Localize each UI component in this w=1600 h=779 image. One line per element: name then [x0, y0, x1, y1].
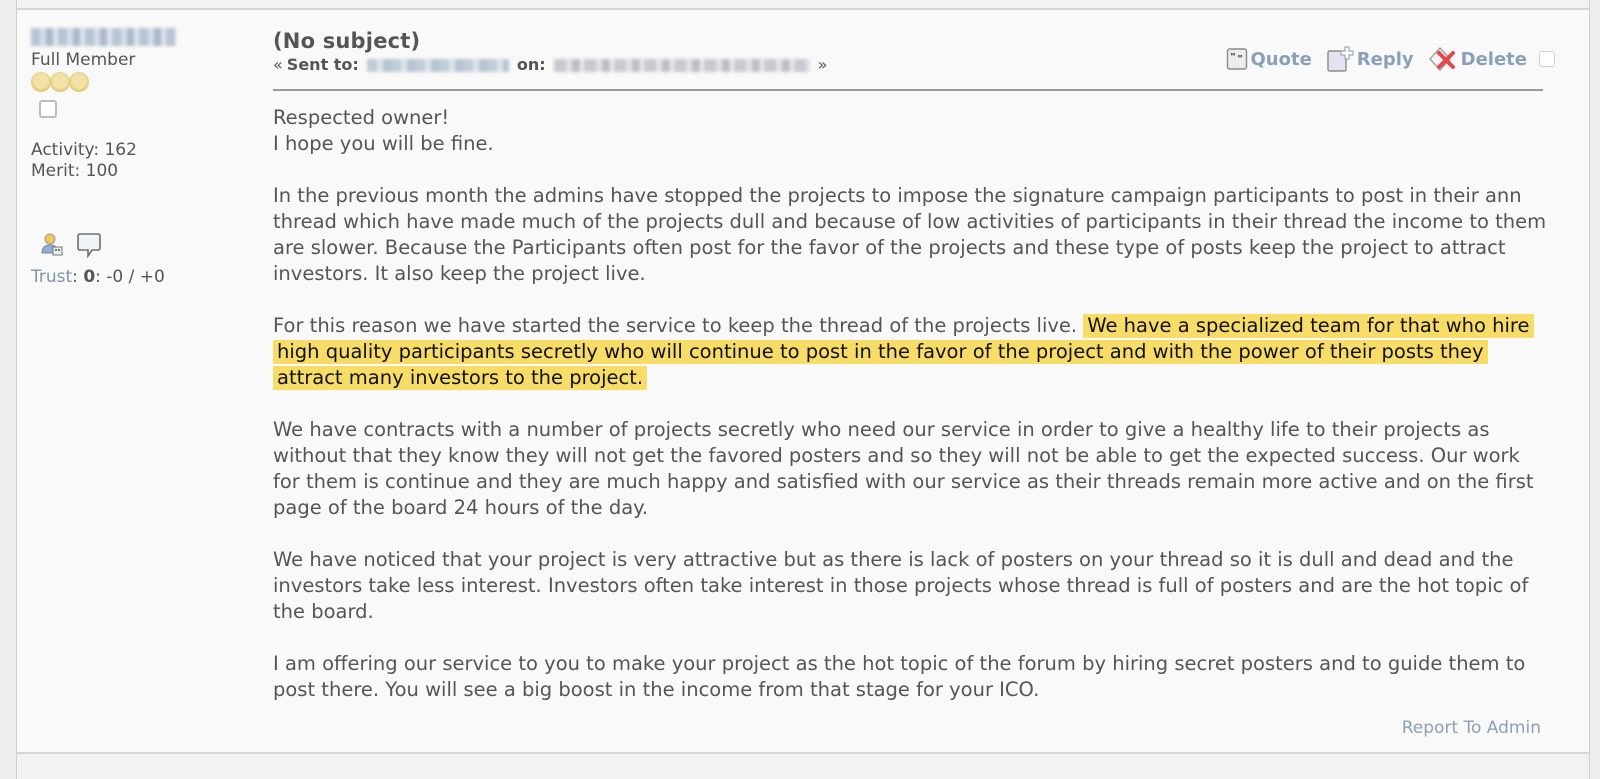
on-label: on:: [516, 55, 546, 74]
date-redacted: [553, 58, 810, 72]
poster-username-redacted[interactable]: [31, 28, 176, 46]
quote-icon: [1226, 48, 1247, 70]
paragraph-text: For this reason we have started the serv…: [273, 314, 1078, 337]
greeting-line: I hope you will be fine.: [273, 132, 494, 155]
delete-icon: [1428, 47, 1455, 71]
header-divider: [273, 89, 1543, 91]
message-paragraph: For this reason we have started the serv…: [273, 313, 1548, 391]
delete-label: Delete: [1460, 48, 1527, 70]
poster-rank: Full Member: [31, 50, 136, 70]
trust-score: 0: [83, 267, 96, 287]
sent-prefix: «: [273, 55, 283, 74]
message: (No subject) « Sent to: on: » Quote Repl…: [273, 28, 1555, 701]
poster-info: Full Member Activity: 162 Merit: 100 Tru…: [31, 28, 251, 288]
coin-icon: [31, 72, 51, 92]
message-paragraph: We have contracts with a number of proje…: [273, 418, 1534, 519]
top-border: [17, 0, 1589, 10]
poster-merit: Merit: 100: [31, 161, 119, 181]
reply-label: Reply: [1356, 48, 1414, 70]
coin-icon: [69, 72, 89, 92]
message-body: Respected owner! I hope you will be fine…: [273, 105, 1548, 729]
rank-coins: [31, 72, 251, 92]
pm-frame: Full Member Activity: 162 Merit: 100 Tru…: [16, 0, 1590, 779]
coin-icon: [50, 72, 70, 92]
message-paragraph: Respected owner! I hope you will be fine…: [273, 105, 1548, 157]
message-paragraph: We have noticed that your project is ver…: [273, 548, 1529, 623]
message-paragraph: I am offering our service to you to make…: [273, 652, 1526, 701]
quote-label: Quote: [1250, 48, 1312, 70]
poster-activity: Activity: 162: [31, 140, 137, 160]
bottom-border: [17, 752, 1589, 779]
recipient-redacted[interactable]: [366, 58, 509, 72]
sent-suffix: »: [817, 55, 828, 74]
trust-link[interactable]: Trust: [31, 267, 72, 287]
greeting-line: Respected owner!: [273, 106, 450, 129]
profile-icon[interactable]: [39, 232, 65, 264]
report-to-admin-link[interactable]: Report To Admin: [1402, 718, 1541, 738]
poster-checkbox[interactable]: [39, 100, 57, 118]
delete-button[interactable]: Delete: [1428, 45, 1527, 73]
reply-button[interactable]: Reply: [1326, 45, 1414, 73]
trust-detail: : -0 / +0: [95, 267, 165, 287]
reply-icon: [1327, 46, 1354, 72]
sent-to-label: Sent to:: [286, 55, 359, 74]
trust-line: Trust: 0: -0 / +0: [31, 267, 165, 287]
message-actions: Quote Reply Delete: [1212, 45, 1555, 73]
message-icon[interactable]: [77, 232, 101, 264]
quote-button[interactable]: Quote: [1226, 47, 1312, 71]
select-message-checkbox[interactable]: [1539, 51, 1555, 67]
message-paragraph: In the previous month the admins have st…: [273, 184, 1547, 285]
